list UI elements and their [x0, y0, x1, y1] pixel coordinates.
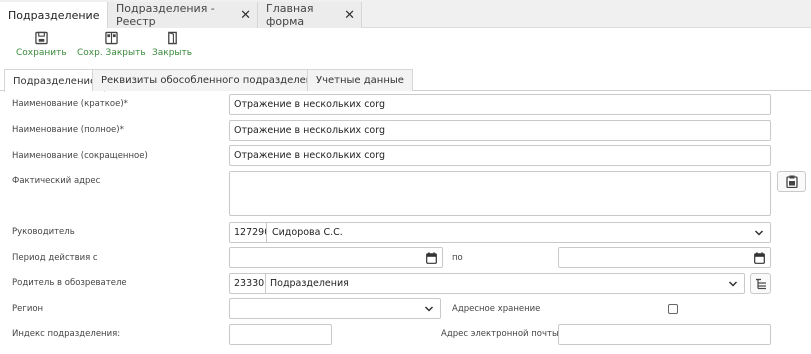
abbr-name-field[interactable]: Отражение в нескольких corg — [229, 145, 771, 166]
calendar-icon[interactable] — [426, 252, 437, 264]
save-close-label: Сохр. Закрыть — [77, 48, 146, 58]
document-tabbar: Подразделение ✕ Подразделения - Реестр ✕… — [0, 0, 811, 29]
tab-podrazdeleniya-reestr[interactable]: Подразделения - Реестр ✕ — [108, 2, 258, 28]
period-to-field[interactable] — [558, 247, 771, 268]
calendar-icon[interactable] — [754, 252, 765, 264]
full-name-field[interactable]: Отражение в нескольких corg — [229, 120, 771, 141]
address-picker-button[interactable] — [777, 171, 806, 192]
tab-podrazdelenie[interactable]: Подразделение ✕ — [0, 2, 118, 29]
close-icon[interactable]: ✕ — [344, 9, 355, 22]
save-icon — [35, 31, 48, 45]
period-from-field[interactable] — [229, 247, 443, 268]
index-field[interactable] — [229, 324, 332, 345]
form-tab-label: Подразделение — [13, 75, 97, 87]
manager-label: Руководитель — [12, 227, 75, 237]
tab-label: Подразделение — [8, 9, 100, 22]
save-label: Сохранить — [16, 48, 67, 58]
save-close-icon — [105, 31, 118, 45]
tab-uchetnye-dannye[interactable]: Учетные данные — [307, 69, 413, 91]
close-icon[interactable]: ✕ — [240, 9, 251, 22]
tab-label: Подразделения - Реестр — [116, 2, 215, 28]
manager-select[interactable]: 127290 Сидорова С.С. — [229, 222, 771, 243]
tab-rekvizity[interactable]: Реквизиты обособленного подразделения — [92, 69, 334, 91]
parent-select[interactable]: 23330 Подразделения — [229, 273, 745, 294]
tree-picker-button[interactable] — [750, 273, 771, 294]
save-close-button[interactable]: Сохр. Закрыть — [77, 31, 146, 58]
door-icon — [167, 31, 177, 45]
address-field[interactable] — [229, 171, 771, 216]
tab-podrazdelenie-form[interactable]: Подразделение — [4, 69, 106, 92]
close-label: Закрыть — [152, 48, 193, 58]
chevron-down-icon — [754, 230, 764, 236]
short-name-field[interactable]: Отражение в нескольких corg — [229, 94, 771, 115]
email-label: Адрес электронной почты — [441, 329, 559, 339]
address-storage-label: Адресное хранение — [452, 304, 541, 314]
period-label: Период действия с — [12, 253, 98, 263]
form-tab-label: Учетные данные — [316, 75, 404, 86]
parent-label: Родитель в обозревателе — [12, 278, 127, 288]
parent-value: Подразделения — [270, 278, 349, 289]
region-label: Регион — [12, 304, 44, 314]
address-storage-checkbox[interactable] — [668, 304, 678, 314]
form-tabs: Подразделение Реквизиты обособленного по… — [0, 68, 811, 92]
close-button[interactable]: Закрыть — [152, 31, 192, 58]
save-button[interactable]: Сохранить — [16, 31, 67, 58]
clipboard-icon — [785, 175, 798, 188]
email-field[interactable] — [558, 324, 771, 345]
chevron-down-icon — [424, 306, 434, 312]
tab-label: Главная форма — [266, 2, 314, 28]
short-name-label: Наименование (краткое)* — [12, 99, 128, 109]
address-label: Фактический адрес — [12, 176, 101, 186]
period-to-label: по — [452, 253, 463, 263]
abbr-name-label: Наименование (сокращенное) — [12, 151, 148, 161]
toolbar: Сохранить Сохр. Закрыть Закрыть — [0, 28, 811, 66]
full-name-label: Наименование (полное)* — [12, 125, 124, 135]
tree-icon — [755, 278, 766, 289]
index-label: Индекс подразделения: — [12, 329, 121, 339]
tab-glavnaya-forma[interactable]: Главная форма ✕ — [258, 2, 362, 28]
manager-code: 127290 — [230, 223, 267, 242]
region-select[interactable] — [229, 298, 441, 319]
parent-code: 23330 — [230, 274, 266, 293]
form-tab-label: Реквизиты обособленного подразделения — [101, 75, 325, 86]
manager-value: Сидорова С.С. — [272, 227, 343, 238]
chevron-down-icon — [728, 281, 738, 287]
